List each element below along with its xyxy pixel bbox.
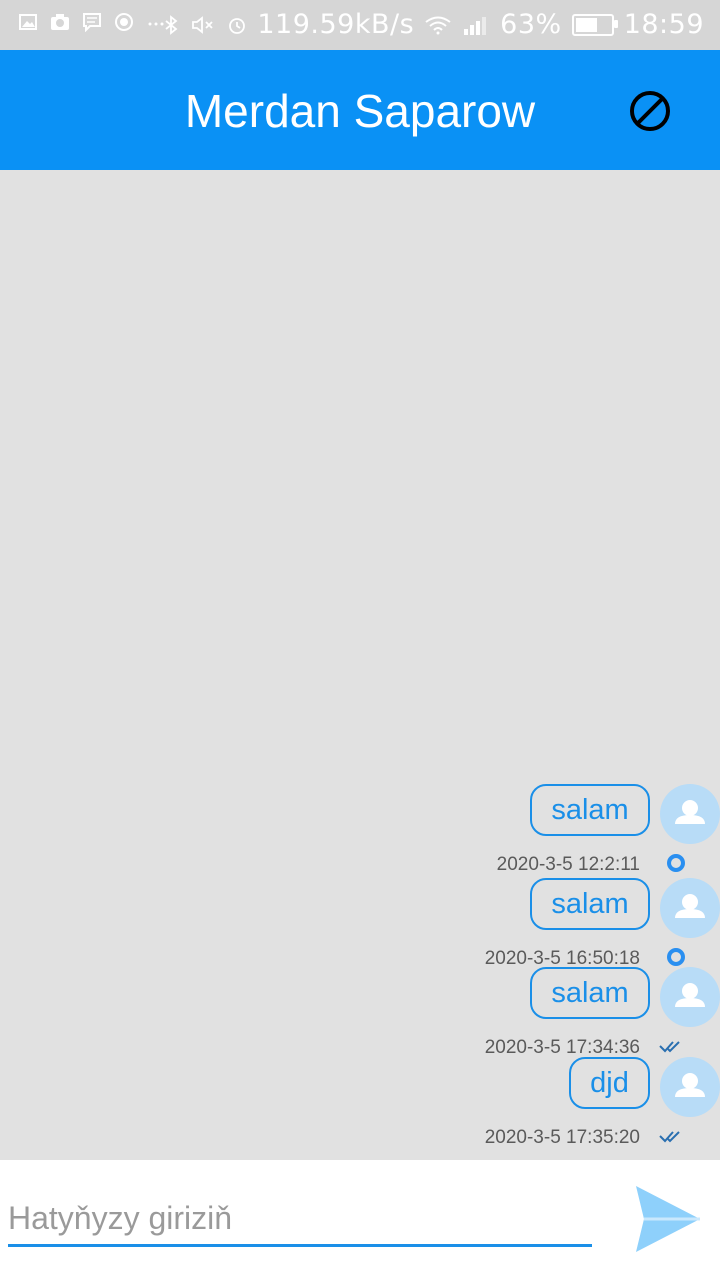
message-item: salam 2020-3-5 17:34:36 xyxy=(0,967,720,1058)
record-icon xyxy=(115,13,133,31)
message-timestamp: 2020-3-5 17:35:20 xyxy=(484,1127,640,1148)
message-timestamp: 2020-3-5 12:2:11 xyxy=(496,854,640,875)
network-speed: 119.59kB/s xyxy=(257,9,415,40)
message-timestamp: 2020-3-5 17:34:36 xyxy=(484,1037,640,1058)
avatar[interactable] xyxy=(660,878,720,938)
signal-icon xyxy=(464,16,487,35)
message-input[interactable] xyxy=(8,1192,592,1247)
block-icon[interactable] xyxy=(628,89,672,133)
battery-level xyxy=(575,17,598,32)
pending-icon xyxy=(667,854,685,872)
double-check-icon xyxy=(659,1041,680,1053)
chat-header: Merdan Saparow xyxy=(0,50,720,170)
avatar[interactable] xyxy=(660,1057,720,1117)
user-icon xyxy=(675,800,705,824)
avatar[interactable] xyxy=(660,784,720,844)
user-icon xyxy=(675,983,705,1007)
bluetooth-icon xyxy=(165,14,178,35)
send-icon[interactable] xyxy=(634,1182,702,1256)
message-bubble[interactable]: salam xyxy=(530,967,650,1019)
wifi-icon xyxy=(425,16,451,34)
message-bubble[interactable]: djd xyxy=(569,1057,650,1109)
mute-icon xyxy=(192,15,214,34)
message-composer xyxy=(0,1160,720,1280)
status-bar: 119.59kB/s 63% 18:59 xyxy=(0,0,720,50)
message-icon xyxy=(83,13,101,32)
user-icon xyxy=(675,894,705,918)
message-item: djd 2020-3-5 17:35:20 xyxy=(0,1057,720,1148)
message-bubble[interactable]: salam xyxy=(530,878,650,930)
user-icon xyxy=(675,1073,705,1097)
clock: 18:59 xyxy=(623,9,704,40)
battery-icon xyxy=(571,13,618,36)
message-item: salam 2020-3-5 12:2:11 xyxy=(0,784,720,875)
alarm-icon xyxy=(229,17,246,34)
avatar[interactable] xyxy=(660,967,720,1027)
contact-name: Merdan Saparow xyxy=(184,85,536,137)
double-check-icon xyxy=(659,1131,680,1143)
image-icon xyxy=(19,14,37,30)
message-item: salam 2020-3-5 16:50:18 xyxy=(0,878,720,969)
camera-icon xyxy=(51,14,69,30)
message-bubble[interactable]: salam xyxy=(530,784,650,836)
battery-percent: 63% xyxy=(500,9,562,40)
